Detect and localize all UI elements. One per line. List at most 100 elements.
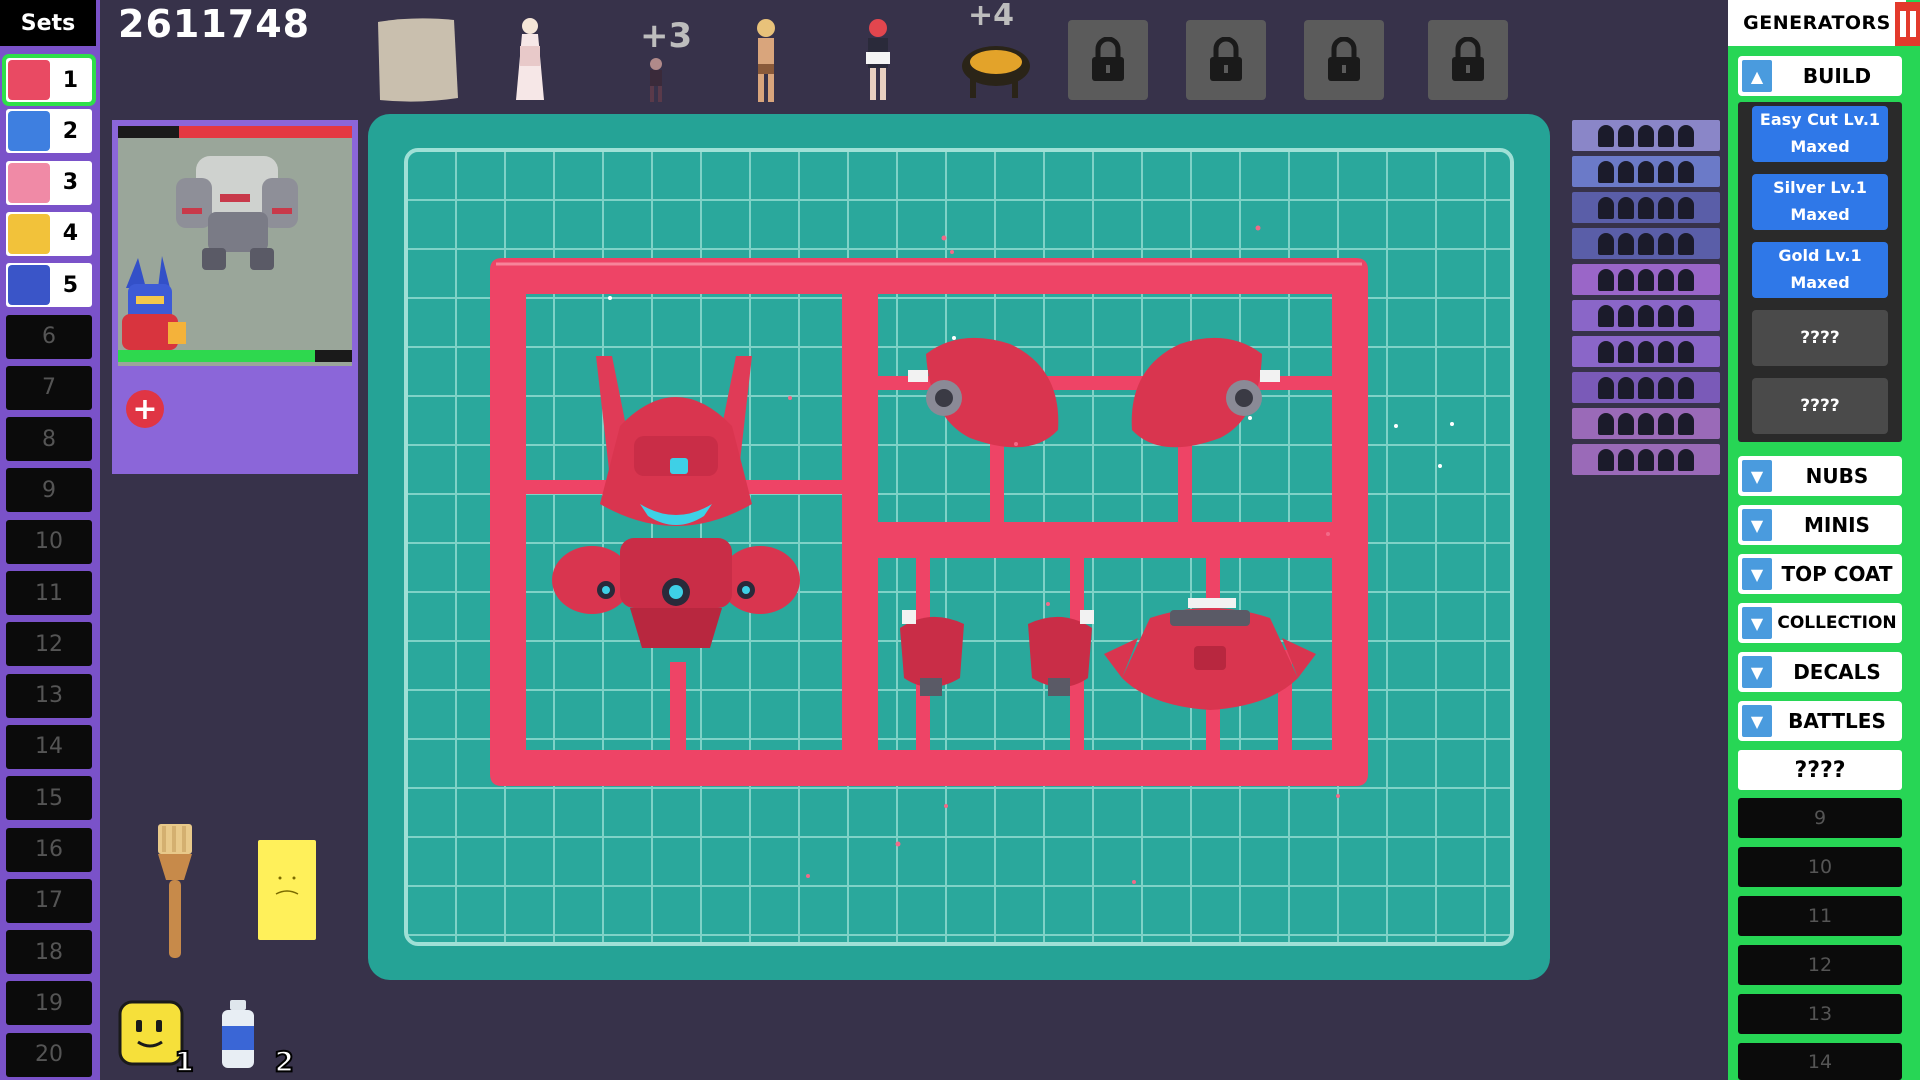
extra-count-badge: +3	[640, 16, 693, 56]
sponge-inventory[interactable]: 1	[118, 1000, 195, 1079]
figure-silhouette-icon	[1598, 160, 1614, 183]
set-item-11[interactable]: 11	[6, 571, 92, 615]
blank-card-slot[interactable]	[374, 16, 460, 102]
figure-silhouette-icon	[1678, 448, 1694, 471]
gallery-row[interactable]	[1572, 228, 1720, 259]
generators-title: GENERATORS	[1728, 0, 1906, 46]
section-toggle-battles[interactable]: ▼ BATTLES	[1738, 701, 1902, 741]
paint-inventory[interactable]: 2	[218, 1000, 295, 1079]
character-figure-4[interactable]	[838, 16, 918, 102]
collection-gallery	[1572, 120, 1720, 480]
locked-upgrade: ????	[1752, 378, 1888, 434]
character-figure-3[interactable]	[726, 16, 806, 102]
brush-tool[interactable]	[154, 824, 196, 960]
figure-silhouette-icon	[1658, 340, 1674, 363]
gallery-row[interactable]	[1572, 408, 1720, 439]
gallery-row[interactable]	[1572, 192, 1720, 223]
locked-slot[interactable]	[1068, 20, 1148, 100]
set-item-19[interactable]: 19	[6, 981, 92, 1026]
figure-silhouette-icon	[1678, 268, 1694, 291]
gallery-row[interactable]	[1572, 444, 1720, 475]
figure-silhouette-icon	[1678, 160, 1694, 183]
character-figure-2[interactable]: +3	[616, 16, 702, 102]
gallery-row[interactable]	[1572, 372, 1720, 403]
set-item-5[interactable]: 5	[6, 263, 92, 308]
set-item-7[interactable]: 7	[6, 365, 92, 410]
gallery-row[interactable]	[1572, 264, 1720, 295]
section-toggle-nubs[interactable]: ▼ NUBS	[1738, 456, 1902, 496]
set-number: 5	[62, 272, 78, 298]
set-number: 8	[42, 426, 56, 452]
set-number: 9	[42, 477, 56, 503]
pause-button[interactable]	[1895, 2, 1920, 46]
figure-silhouette-icon	[1638, 376, 1654, 399]
section-toggle-decals[interactable]: ▼ DECALS	[1738, 652, 1902, 692]
figure-silhouette-icon	[1658, 232, 1674, 255]
set-item-2[interactable]: 2	[6, 109, 92, 154]
figure-silhouette-icon	[1598, 124, 1614, 147]
figure-silhouette-icon	[1618, 412, 1634, 435]
set-number: 15	[35, 785, 63, 811]
gold-upgrade[interactable]: Gold Lv.1 Maxed	[1752, 242, 1888, 298]
gallery-row[interactable]	[1572, 300, 1720, 331]
gallery-row[interactable]	[1572, 156, 1720, 187]
set-item-1[interactable]: 1	[2, 54, 96, 106]
set-thumbnail-icon	[8, 162, 50, 203]
set-number: 3	[62, 170, 78, 196]
gallery-row[interactable]	[1572, 120, 1720, 151]
set-item-17[interactable]: 17	[6, 878, 92, 923]
figure-silhouette-icon	[1678, 340, 1694, 363]
set-item-13[interactable]: 13	[6, 673, 92, 718]
lock-icon	[1210, 37, 1242, 81]
set-number: 19	[35, 990, 63, 1016]
add-battle-button[interactable]: +	[126, 390, 164, 428]
section-toggle-top-coat[interactable]: ▼ TOP COAT	[1738, 554, 1902, 594]
figure-silhouette-icon	[1638, 268, 1654, 291]
set-item-18[interactable]: 18	[6, 930, 92, 975]
set-item-4[interactable]: 4	[6, 211, 92, 256]
spray-can-icon	[222, 1000, 254, 1068]
set-item-20[interactable]: 20	[6, 1032, 92, 1077]
set-item-9[interactable]: 9	[6, 468, 92, 513]
set-item-14[interactable]: 14	[6, 724, 92, 769]
easy-cut-upgrade[interactable]: Easy Cut Lv.1 Maxed	[1752, 106, 1888, 162]
creature-figure[interactable]: +4	[950, 0, 1040, 102]
set-number: 18	[35, 939, 63, 965]
pause-icon	[1899, 11, 1906, 37]
figure-silhouette-icon	[1658, 448, 1674, 471]
paint-count: 2	[273, 1044, 295, 1079]
figure-silhouette-icon	[1658, 124, 1674, 147]
unknown-generator: ????	[1738, 750, 1902, 790]
locked-upgrade: ????	[1752, 310, 1888, 366]
generators-panel: GENERATORS ▲ BUILD Easy Cut Lv.1 Maxed S…	[1728, 0, 1920, 1080]
set-number: 10	[35, 529, 63, 555]
set-number: 7	[42, 375, 56, 401]
section-toggle-collection[interactable]: ▼ COLLECTION	[1738, 603, 1902, 643]
set-item-3[interactable]: 3	[6, 160, 92, 205]
figure-silhouette-icon	[1678, 196, 1694, 219]
set-thumbnail-icon	[8, 111, 50, 152]
set-item-10[interactable]: 10	[6, 519, 92, 564]
lock-icon	[1328, 37, 1360, 81]
set-item-6[interactable]: 6	[6, 314, 92, 359]
set-number: 16	[35, 837, 63, 862]
build-section-toggle[interactable]: ▲ BUILD	[1738, 56, 1902, 96]
figure-silhouette-icon	[1658, 412, 1674, 435]
enemy-health-bar	[118, 126, 352, 138]
set-item-8[interactable]: 8	[6, 417, 92, 462]
figure-silhouette-icon	[1638, 304, 1654, 327]
silver-upgrade[interactable]: Silver Lv.1 Maxed	[1752, 174, 1888, 230]
section-toggle-minis[interactable]: ▼ MINIS	[1738, 505, 1902, 545]
set-item-12[interactable]: 12	[6, 622, 92, 667]
set-number: 12	[35, 631, 63, 657]
locked-slot[interactable]	[1428, 20, 1508, 100]
set-thumbnail-icon	[8, 60, 50, 100]
set-item-16[interactable]: 16	[6, 827, 92, 872]
gallery-row[interactable]	[1572, 336, 1720, 367]
sponge-tool[interactable]	[258, 840, 316, 940]
character-figure-1[interactable]	[490, 16, 570, 102]
locked-slot[interactable]	[1186, 20, 1266, 100]
set-item-15[interactable]: 15	[6, 776, 92, 821]
chevron-down-icon: ▼	[1742, 607, 1772, 639]
locked-slot[interactable]	[1304, 20, 1384, 100]
